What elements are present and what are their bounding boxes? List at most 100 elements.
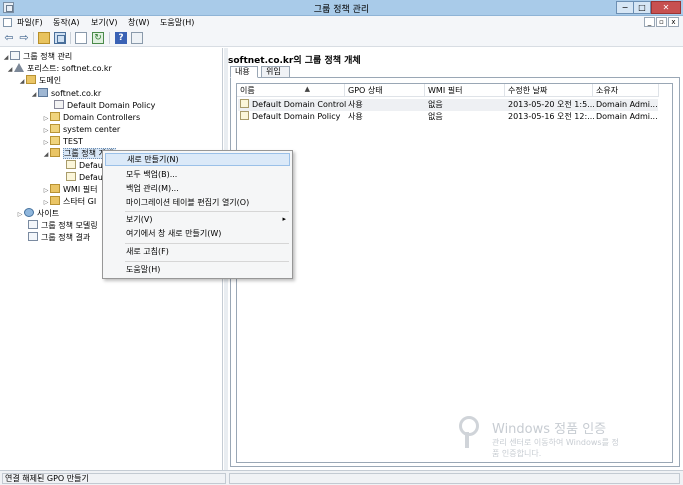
tree-item-results[interactable]: 그룹 정책 결과 xyxy=(20,232,90,244)
tree-label: Default Domain Policy xyxy=(67,101,156,110)
sort-ascending-icon: ▲ xyxy=(304,85,310,93)
details-pane: softnet.co.kr의 그룹 정책 개체 내용 위임 이름 ▲ GPO 상태… xyxy=(228,48,683,470)
tree-item-system-center[interactable]: ▷ system center xyxy=(42,124,120,136)
modeling-icon xyxy=(28,220,38,229)
tree-label: TEST xyxy=(63,137,83,146)
table-row[interactable]: Default Domain Control... 사용 없음 2013-05-… xyxy=(238,99,658,111)
menu-item-manage-backups[interactable]: 백업 관리(M)... xyxy=(105,182,290,195)
cell-wmi-filter: 없음 xyxy=(428,100,443,109)
tree-item-domains[interactable]: ◢ 도메인 xyxy=(18,75,61,87)
tree-label: system center xyxy=(63,125,121,134)
back-icon[interactable]: ⇦ xyxy=(3,32,15,44)
minimize-button[interactable]: − xyxy=(616,1,634,14)
menu-window[interactable]: 창(W) xyxy=(128,17,150,28)
activation-watermark: Windows 정품 인증 관리 센터로 이동하여 Windows를 정 품 인… xyxy=(456,412,683,462)
maximize-button[interactable]: □ xyxy=(633,1,651,14)
cell-gpo-status: 사용 xyxy=(348,100,363,109)
tree-label: 포리스트: softnet.co.kr xyxy=(27,64,112,73)
sites-icon xyxy=(24,208,34,217)
menu-item-refresh[interactable]: 새로 고침(F) xyxy=(105,245,290,258)
up-folder-icon[interactable] xyxy=(38,32,50,44)
menu-separator xyxy=(125,243,289,244)
mdi-minimize-button[interactable]: _ xyxy=(644,17,655,27)
close-button[interactable]: ✕ xyxy=(651,1,681,14)
column-header-wmi-filter[interactable]: WMI 필터 xyxy=(425,84,505,97)
tab-contents[interactable]: 내용 xyxy=(230,66,258,78)
menu-item-view[interactable]: 보기(V) ▸ xyxy=(105,213,290,226)
folder-icon xyxy=(50,148,60,157)
collapse-icon[interactable]: ◢ xyxy=(18,76,26,88)
toolbar-separator xyxy=(109,32,110,44)
gpo-icon xyxy=(240,111,249,120)
menu-action[interactable]: 동작(A) xyxy=(53,17,79,28)
tree-item-sites[interactable]: ▷ 사이트 xyxy=(16,208,59,220)
cell-owner: Domain Admi... xyxy=(596,100,658,109)
tree-item-starter-gpos[interactable]: ▷ 스타터 GI xyxy=(42,196,96,208)
tree-item-wmi-filters[interactable]: ▷ WMI 필터 xyxy=(42,184,97,196)
menu-separator xyxy=(125,261,289,262)
tab-panel: 이름 ▲ GPO 상태 WMI 필터 수정한 날짜 소유자 Default Dom… xyxy=(230,77,680,467)
help-icon[interactable]: ? xyxy=(115,32,127,44)
status-text: 연결 해제된 GPO 만들기 xyxy=(2,473,226,484)
cell-gpo-status: 사용 xyxy=(348,112,363,121)
details-title: softnet.co.kr의 그룹 정책 개체 xyxy=(228,56,361,66)
column-header-gpo-status[interactable]: GPO 상태 xyxy=(345,84,425,97)
gpo-icon xyxy=(240,99,249,108)
menu-item-migration-table-editor[interactable]: 마이그레이션 테이블 편집기 열기(O) xyxy=(105,196,290,209)
copy-icon[interactable] xyxy=(75,32,87,44)
status-bar: 연결 해제된 GPO 만들기 xyxy=(0,470,683,485)
watermark-line: 품 인증합니다. xyxy=(492,449,542,458)
cell-owner: Domain Admi... xyxy=(596,112,658,121)
watermark-title: Windows 정품 인증 xyxy=(492,422,607,437)
mdi-restore-button[interactable]: ▫ xyxy=(656,17,667,27)
table-row[interactable]: Default Domain Policy 사용 없음 2013-05-16 오… xyxy=(238,111,658,123)
tree-item-default-domain-policy[interactable]: Default Domain Policy xyxy=(46,100,155,112)
tree-item-gpo-child[interactable]: Defaul xyxy=(58,160,105,172)
refresh-icon[interactable]: ↻ xyxy=(92,32,104,44)
console-icon[interactable] xyxy=(3,18,12,27)
cell-name: Default Domain Control... xyxy=(240,99,346,111)
tree-item-gpo-child[interactable]: Defaul xyxy=(58,172,105,184)
mdi-close-button[interactable]: x xyxy=(668,17,679,27)
menu-item-help[interactable]: 도움말(H) xyxy=(105,263,290,276)
forward-icon[interactable]: ⇨ xyxy=(18,32,30,44)
show-hide-tree-icon[interactable] xyxy=(54,32,66,44)
tree-label: 스타터 GI xyxy=(63,197,97,206)
collapse-icon[interactable]: ◢ xyxy=(30,89,38,101)
context-menu: 새로 만들기(N) 모두 백업(B)... 백업 관리(M)... 마이그레이션… xyxy=(102,150,293,279)
collapse-icon[interactable]: ◢ xyxy=(6,64,14,76)
tree-label: softnet.co.kr xyxy=(51,89,102,98)
ou-icon xyxy=(50,112,60,121)
tree-item-test[interactable]: ▷ TEST xyxy=(42,136,83,148)
cell-modified: 2013-05-16 오전 12:... xyxy=(508,112,594,121)
gpo-icon xyxy=(66,172,76,181)
tree-item-forest[interactable]: ◢ 포리스트: softnet.co.kr xyxy=(6,63,112,75)
tree-label: 그룹 정책 결과 xyxy=(41,233,91,242)
toolbar-separator xyxy=(70,32,71,44)
column-header-owner[interactable]: 소유자 xyxy=(593,84,659,97)
mdi-buttons: _ ▫ x xyxy=(643,17,679,27)
tree-item-gpm-root[interactable]: ◢ 그룹 정책 관리 xyxy=(2,51,72,63)
properties-icon[interactable] xyxy=(131,32,143,44)
domain-icon xyxy=(38,88,48,97)
title-bar: 그룹 정책 관리 − □ ✕ xyxy=(0,0,683,16)
key-icon xyxy=(456,416,479,448)
tree-item-domain-controllers[interactable]: ▷ Domain Controllers xyxy=(42,112,140,124)
collapse-icon[interactable]: ◢ xyxy=(42,149,50,161)
menu-file[interactable]: 파일(F) xyxy=(17,17,43,28)
menu-help[interactable]: 도움말(H) xyxy=(160,17,194,28)
column-header-name[interactable]: 이름 ▲ xyxy=(237,84,345,97)
menu-item-new-window-from-here[interactable]: 여기에서 창 새로 만들기(W) xyxy=(105,227,290,240)
tree-item-domain[interactable]: ◢ softnet.co.kr xyxy=(30,88,101,100)
watermark-line: 관리 센터로 이동하여 Windows를 정 xyxy=(492,438,619,447)
tree-item-modeling[interactable]: 그룹 정책 모델링 xyxy=(20,220,98,232)
forest-icon xyxy=(14,63,24,72)
menu-item-backup-all[interactable]: 모두 백업(B)... xyxy=(105,168,290,181)
gpo-list[interactable]: 이름 ▲ GPO 상태 WMI 필터 수정한 날짜 소유자 Default Dom… xyxy=(236,83,673,463)
folder-icon xyxy=(50,196,60,205)
menu-view[interactable]: 보기(V) xyxy=(91,17,117,28)
cell-wmi-filter: 없음 xyxy=(428,112,443,121)
column-header-modified[interactable]: 수정한 날짜 xyxy=(505,84,593,97)
menu-bar: 파일(F) 동작(A) 보기(V) 창(W) 도움말(H) _ ▫ x xyxy=(0,16,683,29)
menu-item-new[interactable]: 새로 만들기(N) xyxy=(105,153,290,166)
